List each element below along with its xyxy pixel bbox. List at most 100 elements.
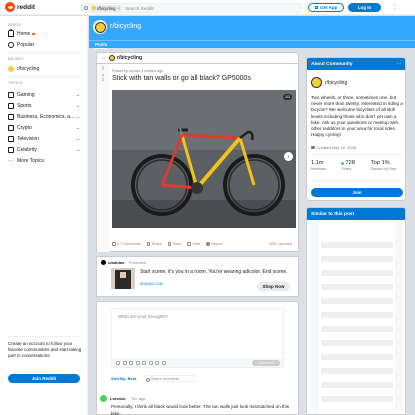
more-formatting-icon[interactable] [161,360,166,365]
get-app-button[interactable]: Get App [308,3,344,12]
back-arrow-icon[interactable]: ← [101,55,106,61]
ellipsis-icon: ··· [8,158,13,164]
more-options-icon[interactable]: ··· [396,61,401,67]
celebrity-icon [8,147,14,153]
online-value: 728 [345,160,355,166]
share-button[interactable]: Share [146,242,162,246]
advertiser-name[interactable]: u/adidas [108,260,124,265]
comment-toolbar: Comment [112,358,283,367]
flag-icon [206,242,210,246]
divider [8,76,82,77]
shop-now-button[interactable]: Shop Now [257,282,290,291]
report-button[interactable]: Report [206,242,223,246]
report-label: Report [211,242,223,246]
ad-thumbnail[interactable] [111,268,135,289]
sidebar-item-gaming[interactable]: Gaming ⌄ [8,91,86,99]
spoiler-icon[interactable] [155,360,159,365]
sidebar-item-business[interactable]: Business, Economics, a... ⌄ [8,113,86,121]
comment-input[interactable]: What are your thoughts? Comment [111,308,284,368]
search-placeholder[interactable]: Search Reddit [125,6,154,11]
loading-placeholder [321,242,393,248]
loading-placeholder [321,368,393,374]
subreddit-avatar[interactable] [93,20,107,34]
sidebar-item-label: Celebrity [17,147,37,153]
left-sidebar: FEEDS Home Popular RECENT r/bicycling TO… [0,16,88,415]
sort-dropdown[interactable]: Sort By: Best [111,376,136,381]
post-image[interactable]: 1/3 › [112,90,296,228]
superscript-icon[interactable] [148,360,153,365]
sidebar-item-popular[interactable]: Popular [8,41,86,49]
hide-icon [187,242,191,246]
rank-value: Top 1% [371,160,390,166]
bookmark-icon [167,242,172,246]
advertiser-avatar [101,260,106,265]
ad-image [111,268,135,289]
community-description: Two wheels, or three, sometimes one, but… [311,95,403,138]
loading-placeholder [321,354,393,360]
created-date: Created May 22, 2008 [311,145,356,150]
code-icon[interactable] [142,360,146,365]
subreddit-title[interactable]: r/bicycling [110,23,141,30]
tab-posts[interactable]: Posts [95,42,108,49]
comment-author[interactable]: Lorwolo [110,396,126,401]
divider [8,336,82,337]
join-community-button[interactable]: Join [311,188,403,197]
more-options-icon[interactable]: ⋮ [392,4,398,10]
login-button[interactable]: Log In [348,3,381,12]
reddit-logo-icon [5,2,15,12]
online-row: 728 [341,160,371,166]
next-image-button[interactable]: › [284,152,293,161]
comment-placeholder: What are your thoughts? [118,314,169,319]
upvote-icon[interactable]: ⇧ [101,67,105,72]
comments-button[interactable]: 27 Comments [112,242,141,246]
members-stat: 1.1m Members [311,160,341,171]
sidebar-item-home[interactable]: Home [8,29,86,38]
italic-icon[interactable] [122,360,127,365]
share-icon [146,242,151,246]
sidebar-item-crypto[interactable]: Crypto ⌄ [8,124,86,132]
reddit-logo[interactable]: reddit [5,2,35,12]
subreddit-tabs: Posts [89,40,415,49]
subreddit-link[interactable]: r/bicycling [117,55,142,61]
loading-placeholder [311,222,319,411]
share-label: Share [151,242,162,246]
comment-submit-button[interactable]: Comment [252,359,280,366]
join-reddit-button[interactable]: Join Reddit [8,374,80,383]
sidebar-item-label: Business, Economics, a... [17,114,75,120]
sidebar-item-celebrity[interactable]: Celebrity ⌄ [8,146,86,154]
about-community-card: About Community ··· r/bicycling Two whee… [306,57,406,201]
online-stat: 728 Online [341,160,371,171]
sidebar-item-more-topics[interactable]: ··· More Topics [8,157,86,165]
save-button[interactable]: Save [167,242,181,246]
sidebar-item-label: r/bicycling [17,66,40,72]
sidebar-item-television[interactable]: Television ⌄ [8,135,86,143]
sidebar-item-bicycling[interactable]: r/bicycling [8,65,86,73]
sidebar-item-sports[interactable]: Sports ⌄ [8,102,86,110]
community-chip[interactable]: r/bicycling × [90,4,123,12]
business-icon [8,114,14,120]
sidebar-item-label: More Topics [17,158,44,164]
loading-placeholder [321,326,393,332]
comments-section: What are your thoughts? Comment Sort By:… [96,301,299,415]
link-icon[interactable] [129,360,133,365]
members-label: Members [311,167,326,171]
image-counter: 1/3 [283,94,292,100]
comment-sort-row: Sort By: Best Search comments [111,375,197,382]
close-icon[interactable]: × [118,6,120,11]
comment-search-input[interactable]: Search comments [144,375,197,382]
sidebar-item-label: Popular [17,42,35,48]
search-bar[interactable]: r/bicycling × Search Reddit [80,3,303,13]
bold-icon[interactable] [116,360,120,365]
sidebar-item-label: Gaming [17,92,35,98]
created-date-label: Created May 22, 2008 [316,145,357,150]
sidebar-item-label: Crypto [17,125,32,131]
avatar[interactable] [100,395,107,402]
strikethrough-icon[interactable] [135,360,140,365]
hide-button[interactable]: Hide [187,242,200,246]
post-context-bar: ← r/bicycling [96,52,299,64]
ad-domain[interactable]: ADIDAS.COM [140,282,163,286]
loading-placeholder [321,382,393,388]
television-icon [8,136,14,142]
community-name[interactable]: r/bicycling [325,80,347,86]
downvote-icon[interactable]: ⇩ [101,78,105,83]
